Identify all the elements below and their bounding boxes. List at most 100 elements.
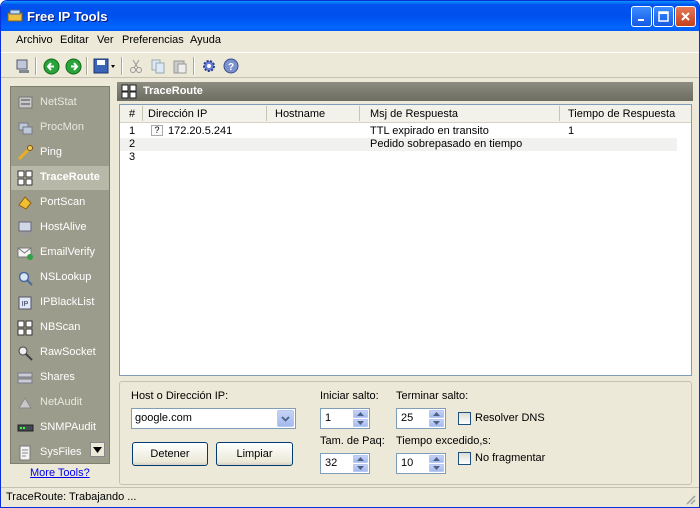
host-dropdown-button[interactable] — [277, 410, 294, 427]
netaudit-icon — [18, 397, 32, 409]
start-hop-up-button[interactable] — [353, 410, 368, 418]
sidebar-item-label: TraceRoute — [40, 171, 100, 183]
triangle-down-icon — [357, 421, 364, 425]
sidebar-item-label: HostAlive — [40, 221, 87, 233]
timeout-down-button[interactable] — [429, 464, 444, 472]
timeout-stepper[interactable]: 10 — [396, 453, 446, 474]
minimize-button[interactable] — [631, 6, 652, 27]
table-row[interactable]: 3 — [120, 151, 691, 164]
column-header-number[interactable]: # — [129, 108, 135, 120]
sidebar-item-traceroute[interactable]: TraceRoute — [11, 166, 109, 190]
sidebar-item-label: NBScan — [40, 321, 81, 333]
end-hop-up-button[interactable] — [429, 410, 444, 418]
sidebar-item-hostalive[interactable]: HostAlive — [11, 216, 109, 240]
menu-archivo[interactable]: Archivo — [16, 34, 53, 46]
start-hop-stepper[interactable]: 1 — [320, 408, 370, 429]
sidebar-item-ipblacklist[interactable]: IP IPBlackList — [11, 291, 109, 315]
chevron-down-icon — [281, 415, 290, 422]
host-input[interactable]: google.com — [131, 408, 296, 429]
triangle-up-icon — [433, 412, 440, 416]
host-value: google.com — [135, 412, 192, 424]
end-hop-down-button[interactable] — [429, 419, 444, 427]
menu-ayuda[interactable]: Ayuda — [190, 34, 221, 46]
status-text: TraceRoute: Trabajando ... — [6, 491, 137, 503]
timeout-up-button[interactable] — [429, 455, 444, 463]
timeout-label: Tiempo excedido,s: — [396, 435, 491, 447]
no-fragment-label[interactable]: No fragmentar — [475, 452, 545, 464]
sidebar-item-netaudit[interactable]: NetAudit — [11, 391, 109, 415]
packet-size-value: 32 — [325, 457, 338, 469]
no-fragment-checkbox[interactable] — [458, 452, 471, 465]
sidebar-item-rawsocket[interactable]: RawSocket — [11, 341, 109, 365]
title-bar[interactable]: Free IP Tools — [1, 1, 699, 31]
window-title: Free IP Tools — [27, 9, 108, 24]
copy-button[interactable] — [148, 56, 168, 76]
sidebar-item-portscan[interactable]: PortScan — [11, 191, 109, 215]
rawsocket-icon — [18, 346, 33, 361]
resolve-dns-label[interactable]: Resolver DNS — [475, 412, 545, 424]
snmpaudit-icon — [17, 424, 34, 432]
resize-grip-icon[interactable] — [684, 493, 696, 505]
cut-icon — [130, 59, 142, 73]
save-button[interactable] — [92, 56, 118, 76]
table-row[interactable]: 1 ? 172.20.5.241 TTL expirado en transit… — [120, 125, 691, 138]
ping-icon — [17, 145, 33, 161]
sidebar-scroll-down-button[interactable] — [90, 442, 105, 457]
table-row[interactable]: 2 Pedido sobrepasado en tiempo — [120, 138, 677, 151]
sidebar-item-label: IPBlackList — [40, 296, 95, 308]
sidebar-item-label: PortScan — [40, 196, 86, 208]
more-tools-link[interactable]: More Tools? — [30, 467, 90, 479]
settings-button[interactable] — [199, 56, 219, 76]
help-button[interactable]: ? — [221, 56, 241, 76]
start-hop-down-button[interactable] — [353, 419, 368, 427]
sidebar-item-nbscan[interactable]: NBScan — [11, 316, 109, 340]
maximize-button[interactable] — [653, 6, 674, 27]
row-time: 1 — [568, 125, 575, 137]
menu-ver[interactable]: Ver — [97, 34, 114, 46]
clear-button-label: Limpiar — [236, 448, 273, 460]
sidebar-item-label: SNMPAudit — [40, 421, 97, 433]
maximize-icon — [658, 11, 669, 22]
results-table[interactable]: # Dirección IP Hostname Msj de Respuesta… — [119, 104, 692, 376]
sidebar-item-snmpaudit[interactable]: SNMPAudit — [11, 416, 109, 440]
sidebar-item-label: Shares — [40, 371, 75, 383]
sidebar-item-label: ProcMon — [40, 121, 85, 133]
menu-bar: Archivo Editar Ver Preferencias Ayuda — [1, 31, 699, 51]
column-header-message[interactable]: Msj de Respuesta — [370, 108, 458, 120]
clear-button[interactable]: Limpiar — [216, 442, 293, 466]
end-hop-stepper[interactable]: 25 — [396, 408, 446, 429]
packet-size-up-button[interactable] — [353, 455, 368, 463]
sidebar-item-ping[interactable]: Ping — [11, 141, 109, 165]
host-label: Host o Dirección IP: — [131, 390, 229, 402]
paste-button[interactable] — [170, 56, 190, 76]
sidebar-item-nslookup[interactable]: NSLookup — [11, 266, 109, 290]
menu-preferencias[interactable]: Preferencias — [122, 34, 184, 46]
back-button[interactable] — [41, 56, 61, 76]
triangle-down-icon — [93, 446, 102, 453]
sidebar-item-label: Ping — [40, 146, 63, 158]
column-header-time[interactable]: Tiempo de Respuesta — [568, 108, 675, 120]
start-hop-value: 1 — [325, 412, 332, 424]
sidebar-item-procmon[interactable]: ProcMon — [11, 116, 109, 140]
column-header-ip[interactable]: Dirección IP — [148, 108, 207, 120]
toolbar-tools-button[interactable] — [13, 56, 33, 76]
sidebar-item-shares[interactable]: Shares — [11, 366, 109, 390]
timeout-value: 10 — [401, 457, 414, 469]
cut-button[interactable] — [126, 56, 146, 76]
sidebar-item-label: RawSocket — [40, 346, 96, 358]
triangle-down-icon — [433, 421, 440, 425]
sidebar-item-netstat[interactable]: NetStat — [11, 91, 109, 115]
computer-icon — [16, 59, 29, 73]
menu-editar[interactable]: Editar — [60, 34, 89, 46]
row-number: 1 — [129, 125, 136, 137]
stop-button[interactable]: Detener — [132, 442, 208, 466]
triangle-up-icon — [357, 457, 364, 461]
column-header-hostname[interactable]: Hostname — [275, 108, 325, 120]
forward-button[interactable] — [63, 56, 83, 76]
hostalive-icon — [18, 221, 32, 235]
sidebar-item-emailverify[interactable]: EmailVerify — [11, 241, 109, 265]
packet-size-down-button[interactable] — [353, 464, 368, 472]
close-button[interactable] — [675, 6, 696, 27]
packet-size-stepper[interactable]: 32 — [320, 453, 370, 474]
resolve-dns-checkbox[interactable] — [458, 412, 471, 425]
